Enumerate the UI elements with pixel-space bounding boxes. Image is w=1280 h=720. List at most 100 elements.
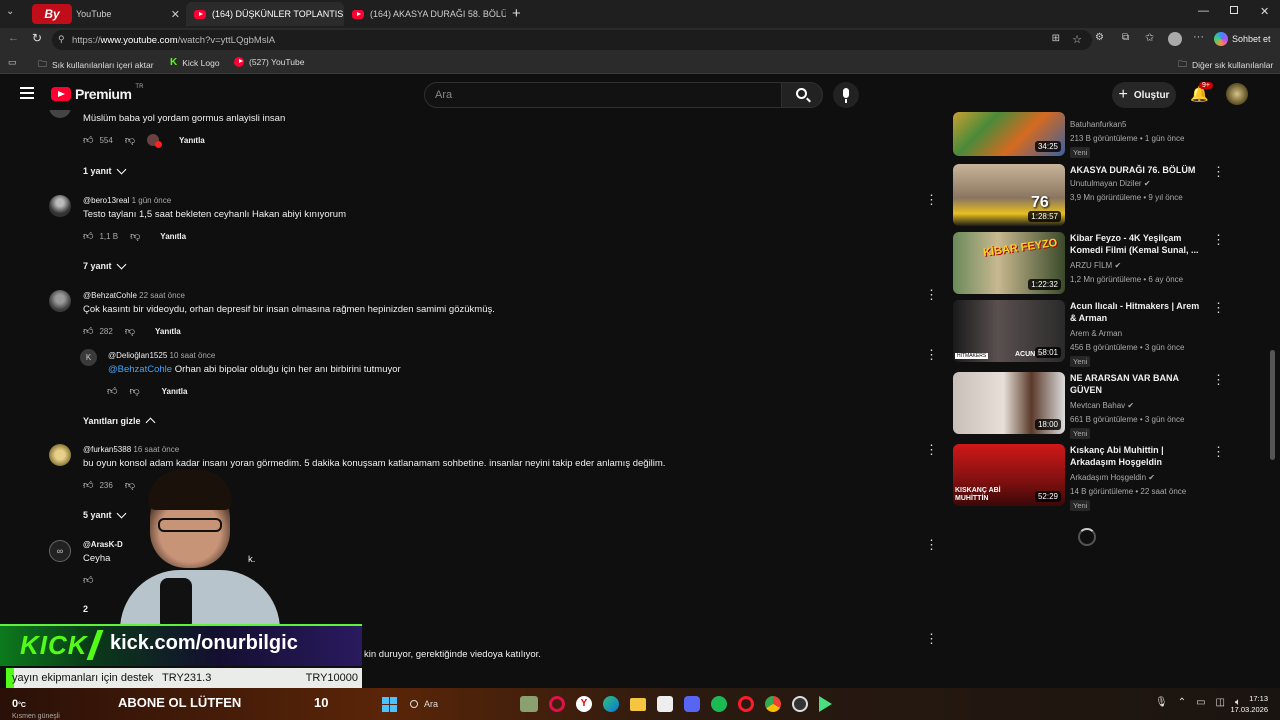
copilot-chat-button[interactable]: Sohbet et: [1214, 32, 1271, 46]
tab-close-icon[interactable]: ✕: [171, 8, 180, 21]
reply-button[interactable]: Yanıtla: [162, 387, 188, 396]
maximize-icon[interactable]: [1230, 6, 1238, 14]
video-thumbnail[interactable]: 34:25: [953, 112, 1065, 156]
video-channel[interactable]: Mevtcan Bahav ✔: [1070, 401, 1134, 410]
app-available-icon[interactable]: ⊞: [1052, 33, 1060, 44]
search-input[interactable]: Ara: [424, 82, 782, 108]
video-channel[interactable]: ARZU FİLM ✔: [1070, 261, 1121, 270]
avatar[interactable]: K: [80, 349, 97, 366]
avatar[interactable]: [49, 444, 71, 466]
yandex-icon[interactable]: Y: [576, 696, 592, 712]
close-window-icon[interactable]: ✕: [1260, 5, 1269, 18]
video-thumbnail[interactable]: KISKANÇ ABİ MUHİTTİN 52:29: [953, 444, 1065, 506]
video-channel[interactable]: Unutulmayan Diziler ✔: [1070, 179, 1151, 188]
profile-avatar[interactable]: [1168, 32, 1182, 46]
comment-time[interactable]: 22 saat önce: [139, 291, 185, 300]
like-icon[interactable]: 👍︎: [83, 479, 93, 491]
video-menu-icon[interactable]: ⋮: [1212, 301, 1225, 314]
more-options-icon[interactable]: ···: [1193, 31, 1204, 43]
play-app-icon[interactable]: [819, 696, 832, 712]
like-icon[interactable]: 👍︎: [83, 574, 93, 586]
start-button[interactable]: [382, 697, 397, 712]
network-icon[interactable]: ◫: [1216, 697, 1225, 708]
like-icon[interactable]: 👍︎: [107, 385, 117, 397]
related-video[interactable]: HITMAKERS ACUN IL 58:01 Acun Ilıcalı - H…: [953, 300, 1233, 367]
tab-youtube[interactable]: By YouTube ✕: [24, 2, 188, 26]
video-channel[interactable]: Arem & Arman: [1070, 329, 1122, 338]
comment-menu-icon[interactable]: ⋮: [925, 193, 938, 206]
comment-author[interactable]: @Delioğlan1525: [108, 351, 167, 360]
reply-button[interactable]: Yanıtla: [155, 327, 181, 336]
comment-menu-icon[interactable]: ⋮: [925, 443, 938, 456]
hide-replies-toggle[interactable]: Yanıtları gizle: [83, 415, 155, 428]
replies-toggle[interactable]: 5 yanıt: [83, 508, 126, 520]
extensions-icon[interactable]: ⚙: [1095, 32, 1104, 43]
comment-author[interactable]: @BehzatCohle: [83, 291, 137, 300]
weather-widget[interactable]: 0°C Kısmen güneşli: [12, 694, 60, 720]
comment-time[interactable]: 16 saat önce: [133, 445, 179, 454]
dislike-icon[interactable]: 👎︎: [129, 385, 139, 397]
related-video[interactable]: KİBAR FEYZO 1:22:32 Kibar Feyzo - 4K Yeş…: [953, 232, 1233, 294]
like-icon[interactable]: 👍︎: [83, 134, 93, 146]
like-icon[interactable]: 👍︎: [83, 230, 93, 242]
video-thumbnail[interactable]: 18:00: [953, 372, 1065, 434]
store-icon[interactable]: [657, 696, 673, 712]
related-video[interactable]: KISKANÇ ABİ MUHİTTİN 52:29 Kıskanç Abi M…: [953, 444, 1233, 511]
related-video[interactable]: 76 1:28:57 AKASYA DURAĞI 76. BÖLÜM Unutu…: [953, 164, 1233, 226]
spotify-icon[interactable]: [711, 696, 727, 712]
microphone-tray-icon[interactable]: 🎙︎: [1155, 697, 1168, 708]
video-menu-icon[interactable]: ⋮: [1212, 233, 1225, 246]
replies-toggle[interactable]: 1 yanıt: [83, 164, 126, 176]
related-video[interactable]: 34:25 Batuhanfurkan5 213 B görüntüleme •…: [953, 94, 1233, 158]
clock[interactable]: 17:13 17.03.2026: [1228, 693, 1268, 715]
video-menu-icon[interactable]: ⋮: [1212, 373, 1225, 386]
new-tab-icon[interactable]: +: [512, 5, 521, 22]
reply-button[interactable]: Yanıtla: [160, 232, 186, 241]
tab-akasya[interactable]: (164) AKASYA DURAĞI 58. BÖLÜM ✕: [344, 2, 506, 26]
video-channel[interactable]: Arkadaşım Hoşgeldin ✔: [1070, 473, 1155, 482]
tray-folder-icon[interactable]: ▭: [1196, 697, 1205, 708]
tab-list-chevron-icon[interactable]: ⌄: [6, 6, 14, 17]
refresh-icon[interactable]: ↻: [32, 31, 42, 45]
bookmark-import[interactable]: 🗀 Sık kullanılanları içeri aktar: [38, 57, 154, 73]
voice-search-button[interactable]: [833, 82, 859, 108]
comment-author[interactable]: @bero13real: [83, 196, 129, 205]
dislike-icon[interactable]: 👎︎: [125, 325, 135, 337]
video-thumbnail[interactable]: HITMAKERS ACUN IL 58:01: [953, 300, 1065, 362]
video-title[interactable]: Kıskanç Abi Muhittin | Arkadaşım Hoşgeld…: [1070, 444, 1205, 468]
back-icon[interactable]: ←: [8, 32, 19, 44]
video-title[interactable]: AKASYA DURAĞI 76. BÖLÜM: [1070, 164, 1205, 176]
like-icon[interactable]: 👍︎: [83, 325, 93, 337]
edge-icon[interactable]: [603, 696, 619, 712]
comment-time[interactable]: 1 gün önce: [132, 196, 172, 205]
favorite-star-icon[interactable]: ☆: [1072, 33, 1082, 46]
obs-icon[interactable]: [792, 696, 808, 712]
split-screen-icon[interactable]: ⧉: [1122, 32, 1129, 43]
widgets-icon[interactable]: [520, 696, 538, 712]
comment-time[interactable]: 10 saat önce: [170, 351, 216, 360]
video-menu-icon[interactable]: ⋮: [1212, 445, 1225, 458]
file-explorer-icon[interactable]: [630, 698, 646, 711]
opera-icon[interactable]: [738, 696, 754, 712]
video-thumbnail[interactable]: KİBAR FEYZO 1:22:32: [953, 232, 1065, 294]
chrome-icon[interactable]: [765, 696, 781, 712]
tab-actions-icon[interactable]: ▭: [8, 57, 17, 68]
mention-link[interactable]: @BehzatCohle: [108, 364, 172, 375]
site-info-icon[interactable]: ⚲: [58, 34, 65, 45]
video-title[interactable]: NE ARARSAN VAR BANA GÜVEN: [1070, 372, 1205, 396]
search-button[interactable]: [781, 82, 823, 108]
comment-author[interactable]: @furkan5388: [83, 445, 131, 454]
dislike-icon[interactable]: 👎︎: [130, 230, 140, 242]
avatar[interactable]: [49, 195, 71, 217]
comment-menu-icon[interactable]: ⋮: [925, 538, 938, 551]
avatar[interactable]: [49, 290, 71, 312]
tab-duskunler[interactable]: (164) DÜŞKÜNLER TOPLANTISI - Y ✕: [186, 2, 344, 26]
video-channel[interactable]: Batuhanfurkan5: [1070, 120, 1127, 129]
opera-gx-icon[interactable]: [549, 696, 565, 712]
video-title[interactable]: Kibar Feyzo - 4K Yeşilçam Komedi Filmi (…: [1070, 232, 1205, 256]
bookmark-kick-logo[interactable]: K Kick Logo: [170, 57, 220, 68]
comment-menu-icon[interactable]: ⋮: [925, 348, 938, 361]
comment-menu-icon[interactable]: ⋮: [925, 288, 938, 301]
discord-icon[interactable]: [684, 696, 700, 712]
video-thumbnail[interactable]: 76 1:28:57: [953, 164, 1065, 226]
